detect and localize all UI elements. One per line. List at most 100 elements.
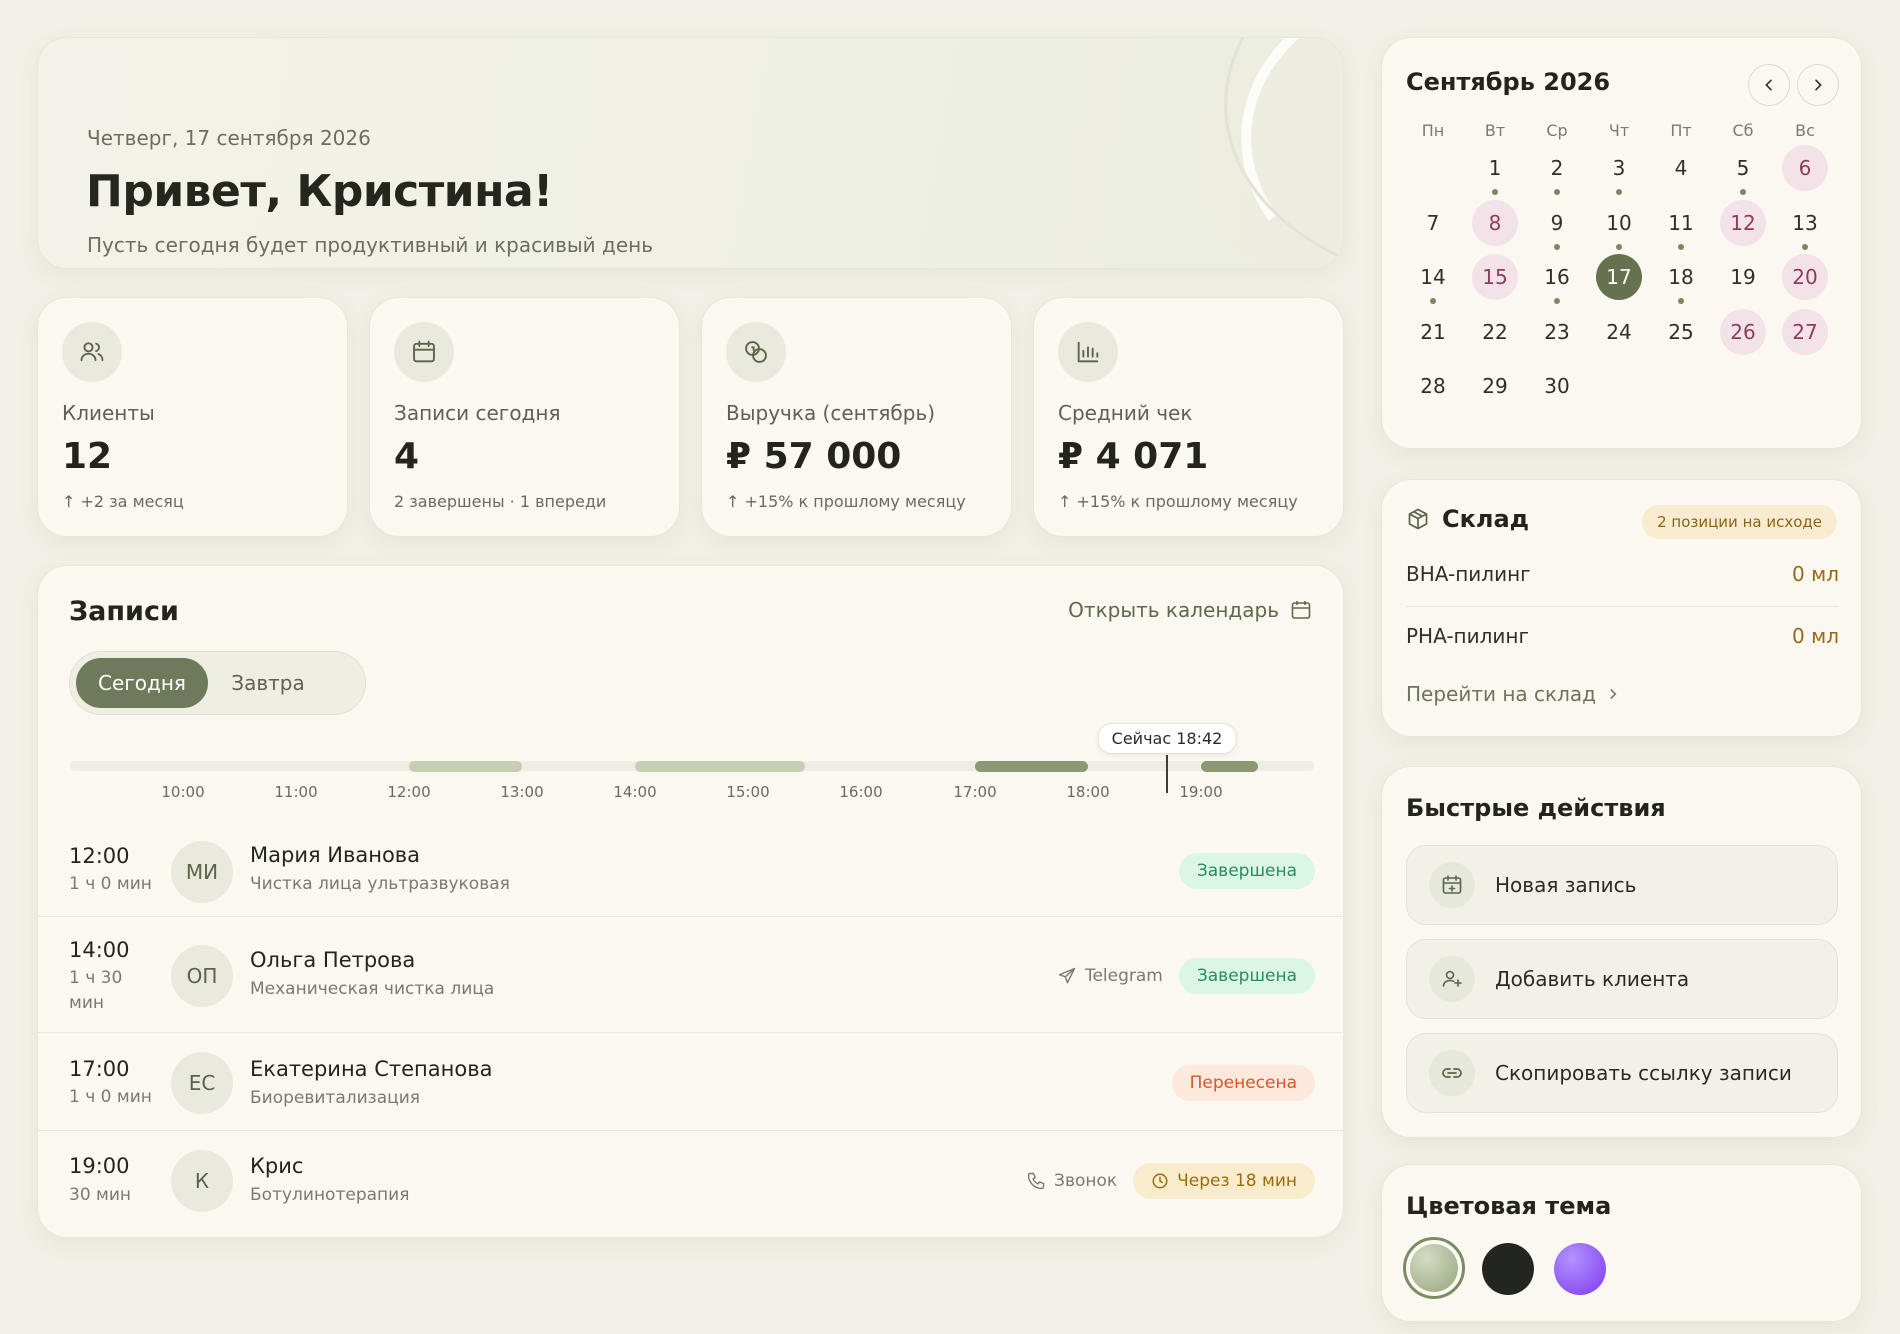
stat-label: Клиенты <box>62 401 155 425</box>
timeline-tick: 15:00 <box>726 783 770 801</box>
status-badge: Перенесена <box>1171 1065 1315 1101</box>
appointment-time: 12:00 <box>69 844 130 868</box>
calendar-day[interactable]: 19 <box>1720 254 1766 300</box>
timeline-slot[interactable] <box>409 761 522 772</box>
copy-booking-link-label: Скопировать ссылку записи <box>1495 1061 1792 1085</box>
calendar-day[interactable]: 3 <box>1596 145 1642 191</box>
appointment-dot <box>1678 298 1684 304</box>
add-client-button[interactable]: Добавить клиента <box>1406 939 1838 1019</box>
appointment-row[interactable]: 12:00 1 ч 0 мин МИ Мария Иванова Чистка … <box>38 821 1343 927</box>
day-switcher: Сегодня Завтра <box>69 651 366 715</box>
calendar-day[interactable]: 4 <box>1658 145 1704 191</box>
status-label: Через 18 мин <box>1177 1171 1297 1191</box>
appointment-row[interactable]: 14:00 1 ч 30 мин ОП Ольга Петрова Механи… <box>38 916 1343 1033</box>
service-name: Биоревитализация <box>250 1088 420 1108</box>
calendar-day[interactable]: 2 <box>1534 145 1580 191</box>
calendar-day[interactable]: 15 <box>1472 254 1518 300</box>
calendar-day[interactable]: 5 <box>1720 145 1766 191</box>
weekday-label: Чт <box>1608 121 1630 140</box>
calendar-day[interactable]: 23 <box>1534 309 1580 355</box>
user-plus-icon <box>1429 956 1475 1002</box>
calendar-day[interactable]: 30 <box>1534 363 1580 409</box>
bar-chart-icon <box>1058 322 1118 382</box>
calendar-day[interactable]: 12 <box>1720 199 1766 246</box>
calendar-day[interactable]: 22 <box>1472 309 1518 355</box>
calendar-day[interactable]: 9 <box>1534 200 1580 246</box>
appointment-row[interactable]: 19:00 30 мин К Крис Ботулинотерапия Звон… <box>38 1130 1343 1237</box>
tab-tomorrow[interactable]: Завтра <box>208 658 328 708</box>
calendar-day[interactable]: 27 <box>1782 308 1828 355</box>
calendar-day[interactable]: 10 <box>1596 200 1642 246</box>
weekday-label: Вс <box>1795 121 1815 140</box>
appointment-row[interactable]: 17:00 1 ч 0 мин ЕС Екатерина Степанова Б… <box>38 1032 1343 1130</box>
avatar: ЕС <box>171 1052 233 1114</box>
greeting-banner: Четверг, 17 сентября 2026 Привет, Кристи… <box>37 37 1344 269</box>
prev-month-button[interactable] <box>1748 64 1790 106</box>
timeline-tick: 18:00 <box>1066 783 1110 801</box>
calendar-day[interactable]: 17 <box>1596 254 1642 300</box>
calendar-day[interactable]: 13 <box>1782 200 1828 246</box>
contact-channel[interactable]: Звонок <box>1026 1171 1117 1191</box>
appointment-dot <box>1740 189 1746 195</box>
stat-trend: ↑ +15% к прошлому месяцу <box>726 492 966 511</box>
calendar-day[interactable]: 26 <box>1720 308 1766 355</box>
color-theme-title: Цветовая тема <box>1406 1192 1612 1220</box>
stat-value: ₽ 57 000 <box>726 436 902 477</box>
calendar-day[interactable]: 28 <box>1410 363 1456 409</box>
calendar-day[interactable]: 25 <box>1658 309 1704 355</box>
stat-card-revenue: Выручка (сентябрь) ₽ 57 000 ↑ +15% к про… <box>701 297 1012 537</box>
calendar-day[interactable]: 16 <box>1534 254 1580 300</box>
appointment-duration: 1 ч 30 мин <box>69 968 123 1013</box>
timeline-slot[interactable] <box>975 761 1088 772</box>
stat-card-average-check: Средний чек ₽ 4 071 ↑ +15% к прошлому ме… <box>1033 297 1344 537</box>
calendar-day[interactable]: 6 <box>1782 145 1828 191</box>
color-theme-widget: Цветовая тема <box>1381 1164 1862 1322</box>
stock-row[interactable]: PHA-пилинг 0 мл <box>1406 624 1839 648</box>
appointment-dot <box>1616 243 1622 250</box>
timeline-slot[interactable] <box>1201 761 1258 772</box>
greeting-title: Привет, Кристина! <box>86 166 553 217</box>
add-client-label: Добавить клиента <box>1495 967 1690 991</box>
phone-icon <box>1027 1172 1045 1190</box>
appointment-dot <box>1616 189 1622 195</box>
theme-swatch-violet[interactable] <box>1554 1243 1606 1295</box>
timeline-tick: 11:00 <box>274 783 318 801</box>
open-calendar-label: Открыть календарь <box>1068 598 1279 622</box>
users-icon <box>62 322 122 382</box>
new-appointment-button[interactable]: Новая запись <box>1406 845 1838 925</box>
tab-today[interactable]: Сегодня <box>76 658 208 708</box>
calendar-day[interactable]: 29 <box>1472 363 1518 409</box>
stat-trend: 2 завершены · 1 впереди <box>394 492 607 511</box>
quick-actions-title: Быстрые действия <box>1406 794 1666 822</box>
open-calendar-link[interactable]: Открыть календарь <box>1068 598 1313 622</box>
channel-label: Telegram <box>1084 966 1163 986</box>
calendar-day[interactable]: 1 <box>1472 145 1518 191</box>
appointment-time: 19:00 <box>69 1154 130 1178</box>
calendar-day[interactable]: 14 <box>1410 254 1456 300</box>
stat-value: 12 <box>62 436 113 477</box>
timeline-tick: 12:00 <box>387 783 431 801</box>
stock-item-qty: 0 мл <box>1792 562 1839 586</box>
theme-swatch-dark[interactable] <box>1482 1243 1534 1295</box>
contact-channel[interactable]: Telegram <box>1057 966 1163 986</box>
timeline-slot[interactable] <box>635 761 805 772</box>
copy-booking-link-button[interactable]: Скопировать ссылку записи <box>1406 1033 1838 1113</box>
calendar-title: Сентябрь 2026 <box>1406 68 1611 96</box>
avatar: К <box>171 1150 233 1212</box>
appointment-dot <box>1430 298 1436 304</box>
calendar-day[interactable]: 11 <box>1658 200 1704 246</box>
theme-swatch-sage[interactable] <box>1403 1237 1465 1299</box>
calendar-day[interactable]: 21 <box>1410 309 1456 355</box>
calendar-day[interactable]: 20 <box>1782 254 1828 300</box>
stat-value: 4 <box>394 436 420 477</box>
calendar-day[interactable]: 24 <box>1596 309 1642 355</box>
timeline-tick: 17:00 <box>953 783 997 801</box>
calendar-plus-icon <box>1429 862 1475 908</box>
stock-row[interactable]: BHA-пилинг 0 мл <box>1406 562 1839 586</box>
next-month-button[interactable] <box>1797 64 1839 106</box>
calendar-day[interactable]: 18 <box>1658 254 1704 300</box>
calendar-day[interactable]: 7 <box>1410 200 1456 246</box>
calendar-day[interactable]: 8 <box>1472 199 1518 246</box>
go-to-warehouse-link[interactable]: Перейти на склад <box>1406 682 1620 706</box>
now-indicator <box>1166 755 1168 793</box>
